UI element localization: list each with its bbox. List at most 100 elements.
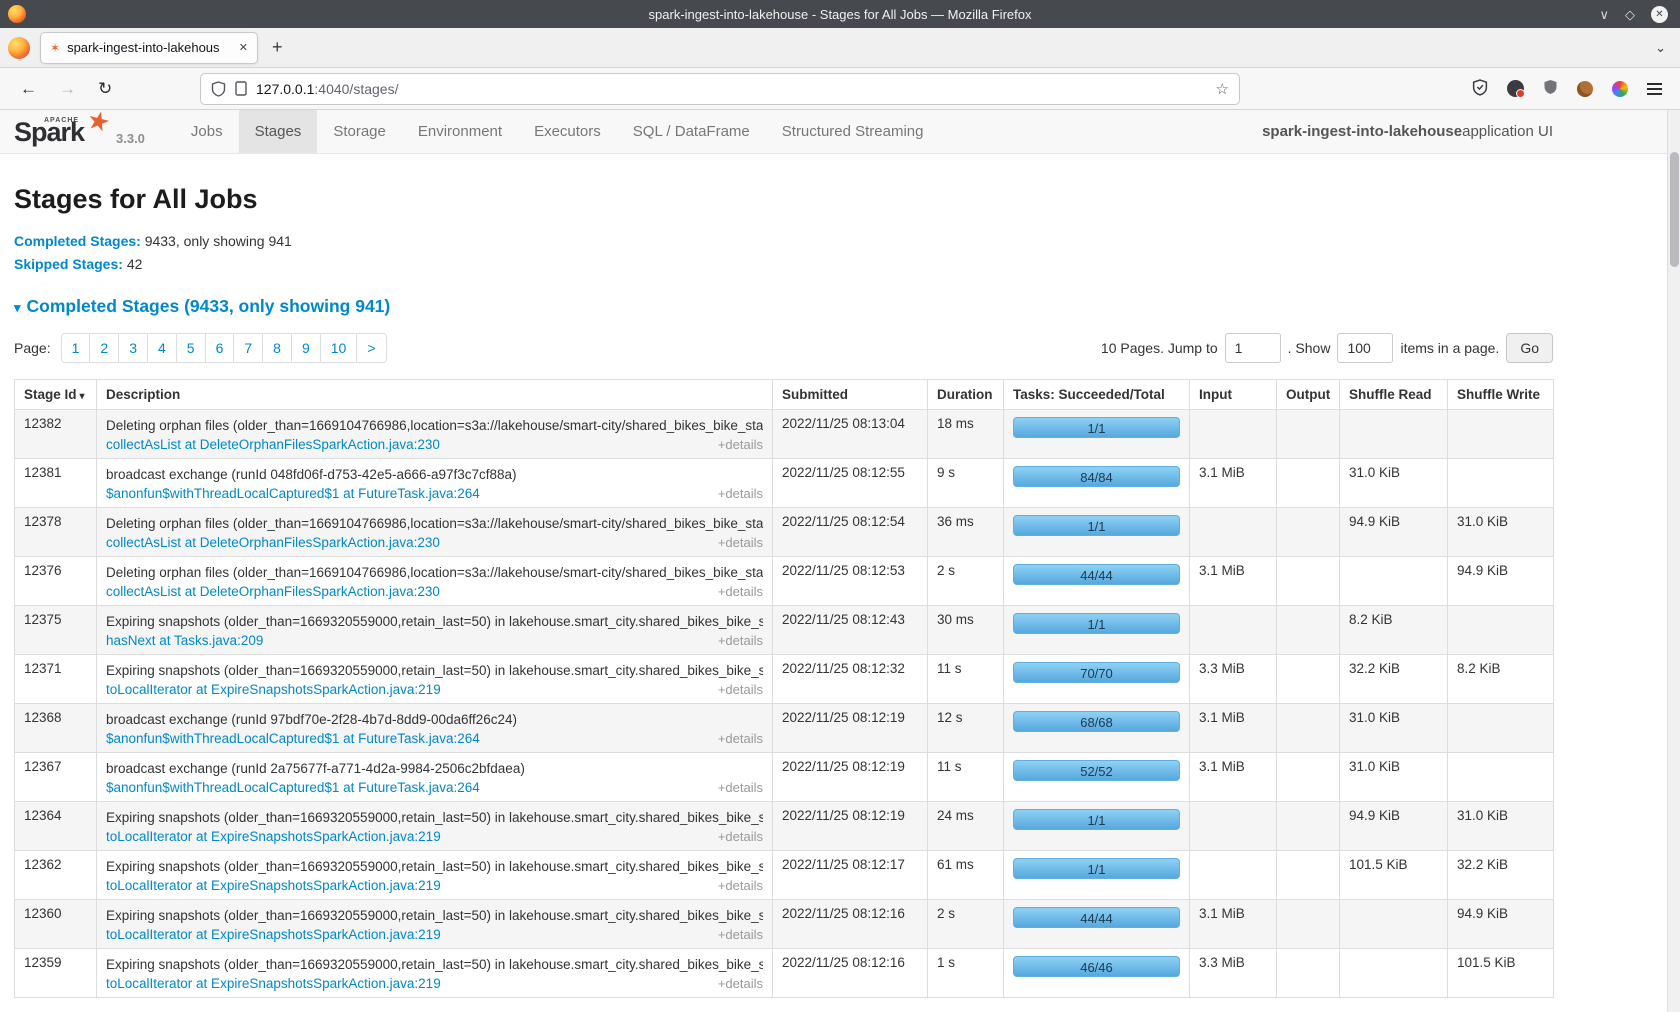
- stage-callsite-link[interactable]: collectAsList at DeleteOrphanFilesSparkA…: [106, 584, 440, 599]
- go-button[interactable]: Go: [1506, 333, 1553, 363]
- tasks-progress-bar: 52/52: [1013, 760, 1180, 781]
- tasks-cell: 1/1: [1004, 606, 1190, 655]
- page-button[interactable]: 2: [89, 333, 119, 363]
- header-input[interactable]: Input: [1190, 380, 1277, 410]
- extension-ublock-icon[interactable]: [1543, 79, 1558, 98]
- tasks-progress-bar: 1/1: [1013, 858, 1180, 879]
- stage-callsite-link[interactable]: toLocalIterator at ExpireSnapshotsSparkA…: [106, 927, 441, 942]
- details-toggle[interactable]: +details: [718, 976, 763, 991]
- maximize-button[interactable]: ◇: [1625, 8, 1635, 21]
- back-button[interactable]: ←: [20, 79, 37, 99]
- stage-callsite-link[interactable]: toLocalIterator at ExpireSnapshotsSparkA…: [106, 829, 441, 844]
- details-toggle[interactable]: +details: [718, 731, 763, 746]
- page-info-icon[interactable]: [235, 81, 247, 96]
- stage-callsite-link[interactable]: toLocalIterator at ExpireSnapshotsSparkA…: [106, 878, 441, 893]
- stage-callsite-link[interactable]: collectAsList at DeleteOrphanFilesSparkA…: [106, 535, 440, 550]
- description-cell: Expiring snapshots (older_than=166932055…: [97, 655, 773, 704]
- details-toggle[interactable]: +details: [718, 927, 763, 942]
- forward-button: →: [59, 79, 76, 99]
- bookmark-star-icon[interactable]: ☆: [1216, 80, 1229, 98]
- details-toggle[interactable]: +details: [718, 780, 763, 795]
- nav-item[interactable]: Jobs: [175, 110, 239, 153]
- input-cell: [1190, 508, 1277, 557]
- stage-callsite-link[interactable]: collectAsList at DeleteOrphanFilesSparkA…: [106, 437, 440, 452]
- stage-callsite-link[interactable]: toLocalIterator at ExpireSnapshotsSparkA…: [106, 682, 441, 697]
- list-tabs-chevron-icon[interactable]: ⌄: [1655, 40, 1666, 56]
- header-shuffle-read[interactable]: Shuffle Read: [1340, 380, 1448, 410]
- description-cell: broadcast exchange (runId 2a75677f-a771-…: [97, 753, 773, 802]
- page-button[interactable]: 9: [291, 333, 321, 363]
- extension-pinwheel-icon[interactable]: [1612, 81, 1628, 97]
- reload-button[interactable]: ↻: [98, 79, 112, 99]
- details-toggle[interactable]: +details: [718, 878, 763, 893]
- header-tasks[interactable]: Tasks: Succeeded/Total: [1004, 380, 1190, 410]
- page-button[interactable]: 1: [61, 333, 91, 363]
- extension-shield-check-icon[interactable]: [1472, 79, 1488, 99]
- description-cell: Deleting orphan files (older_than=166910…: [97, 508, 773, 557]
- details-toggle[interactable]: +details: [718, 633, 763, 648]
- page-button[interactable]: 8: [262, 333, 292, 363]
- page-button[interactable]: 3: [118, 333, 148, 363]
- header-submitted[interactable]: Submitted: [773, 380, 928, 410]
- duration-cell: 2 s: [928, 557, 1004, 606]
- description-cell: Deleting orphan files (older_than=166910…: [97, 557, 773, 606]
- window-title: spark-ingest-into-lakehouse - Stages for…: [0, 7, 1680, 22]
- page-button[interactable]: 6: [205, 333, 235, 363]
- stage-id-cell: 12364: [15, 802, 97, 851]
- stage-callsite-link[interactable]: toLocalIterator at ExpireSnapshotsSparkA…: [106, 976, 441, 991]
- browser-toolbar: ← → ↻ 127.0.0.1:4040/stages/ ☆: [0, 68, 1680, 110]
- stage-callsite-link[interactable]: $anonfun$withThreadLocalCaptured$1 at Fu…: [106, 780, 480, 795]
- input-cell: 3.1 MiB: [1190, 753, 1277, 802]
- spark-logo[interactable]: APACHE Spark ★: [14, 110, 106, 153]
- tracking-shield-icon[interactable]: [211, 81, 226, 97]
- page-button[interactable]: 10: [320, 333, 358, 363]
- stage-callsite-link[interactable]: $anonfun$withThreadLocalCaptured$1 at Fu…: [106, 731, 480, 746]
- nav-item[interactable]: Storage: [317, 110, 402, 153]
- details-toggle[interactable]: +details: [718, 437, 763, 452]
- details-toggle[interactable]: +details: [718, 829, 763, 844]
- nav-item[interactable]: Executors: [518, 110, 617, 153]
- tab-close-icon[interactable]: ✕: [239, 41, 248, 54]
- completed-stages-label: Completed Stages:: [14, 233, 141, 249]
- browser-tab[interactable]: ✶ spark-ingest-into-lakehous ✕: [40, 32, 258, 64]
- new-tab-button[interactable]: +: [272, 37, 283, 58]
- nav-item[interactable]: Structured Streaming: [766, 110, 940, 153]
- menu-icon[interactable]: [1647, 83, 1662, 95]
- extension-mask-icon[interactable]: [1507, 80, 1524, 97]
- duration-cell: 2 s: [928, 900, 1004, 949]
- shuffle-write-cell: 101.5 KiB: [1448, 949, 1554, 998]
- nav-item[interactable]: Stages: [239, 110, 318, 153]
- shuffle-read-cell: [1340, 900, 1448, 949]
- details-toggle[interactable]: +details: [718, 682, 763, 697]
- header-stage-id[interactable]: Stage Id▾: [15, 380, 97, 410]
- description-cell: Expiring snapshots (older_than=166932055…: [97, 802, 773, 851]
- close-button[interactable]: ✕: [1651, 6, 1668, 23]
- scrollbar-thumb[interactable]: [1670, 152, 1679, 267]
- table-row: 12360 Expiring snapshots (older_than=166…: [15, 900, 1554, 949]
- url-bar[interactable]: 127.0.0.1:4040/stages/ ☆: [200, 73, 1240, 105]
- nav-item[interactable]: Environment: [402, 110, 518, 153]
- stage-callsite-link[interactable]: hasNext at Tasks.java:209: [106, 633, 263, 648]
- header-description[interactable]: Description: [97, 380, 773, 410]
- page-button[interactable]: 5: [176, 333, 206, 363]
- completed-stages-value: 9433, only showing 941: [145, 233, 292, 249]
- items-per-page-input[interactable]: [1337, 333, 1393, 363]
- details-toggle[interactable]: +details: [718, 535, 763, 550]
- stage-callsite-link[interactable]: $anonfun$withThreadLocalCaptured$1 at Fu…: [106, 486, 480, 501]
- details-toggle[interactable]: +details: [718, 584, 763, 599]
- vertical-scrollbar[interactable]: [1667, 110, 1680, 1012]
- extension-cookie-icon[interactable]: [1577, 81, 1593, 97]
- stage-id-cell: 12376: [15, 557, 97, 606]
- page-button[interactable]: >: [356, 333, 386, 363]
- page-button[interactable]: 7: [233, 333, 263, 363]
- nav-item[interactable]: SQL / DataFrame: [617, 110, 766, 153]
- input-cell: 3.1 MiB: [1190, 900, 1277, 949]
- details-toggle[interactable]: +details: [718, 486, 763, 501]
- header-duration[interactable]: Duration: [928, 380, 1004, 410]
- header-shuffle-write[interactable]: Shuffle Write: [1448, 380, 1554, 410]
- page-button[interactable]: 4: [147, 333, 177, 363]
- jump-to-page-input[interactable]: [1225, 333, 1281, 363]
- minimize-button[interactable]: ∨: [1599, 8, 1609, 21]
- completed-stages-section-header[interactable]: ▾Completed Stages (9433, only showing 94…: [14, 296, 1553, 317]
- header-output[interactable]: Output: [1277, 380, 1340, 410]
